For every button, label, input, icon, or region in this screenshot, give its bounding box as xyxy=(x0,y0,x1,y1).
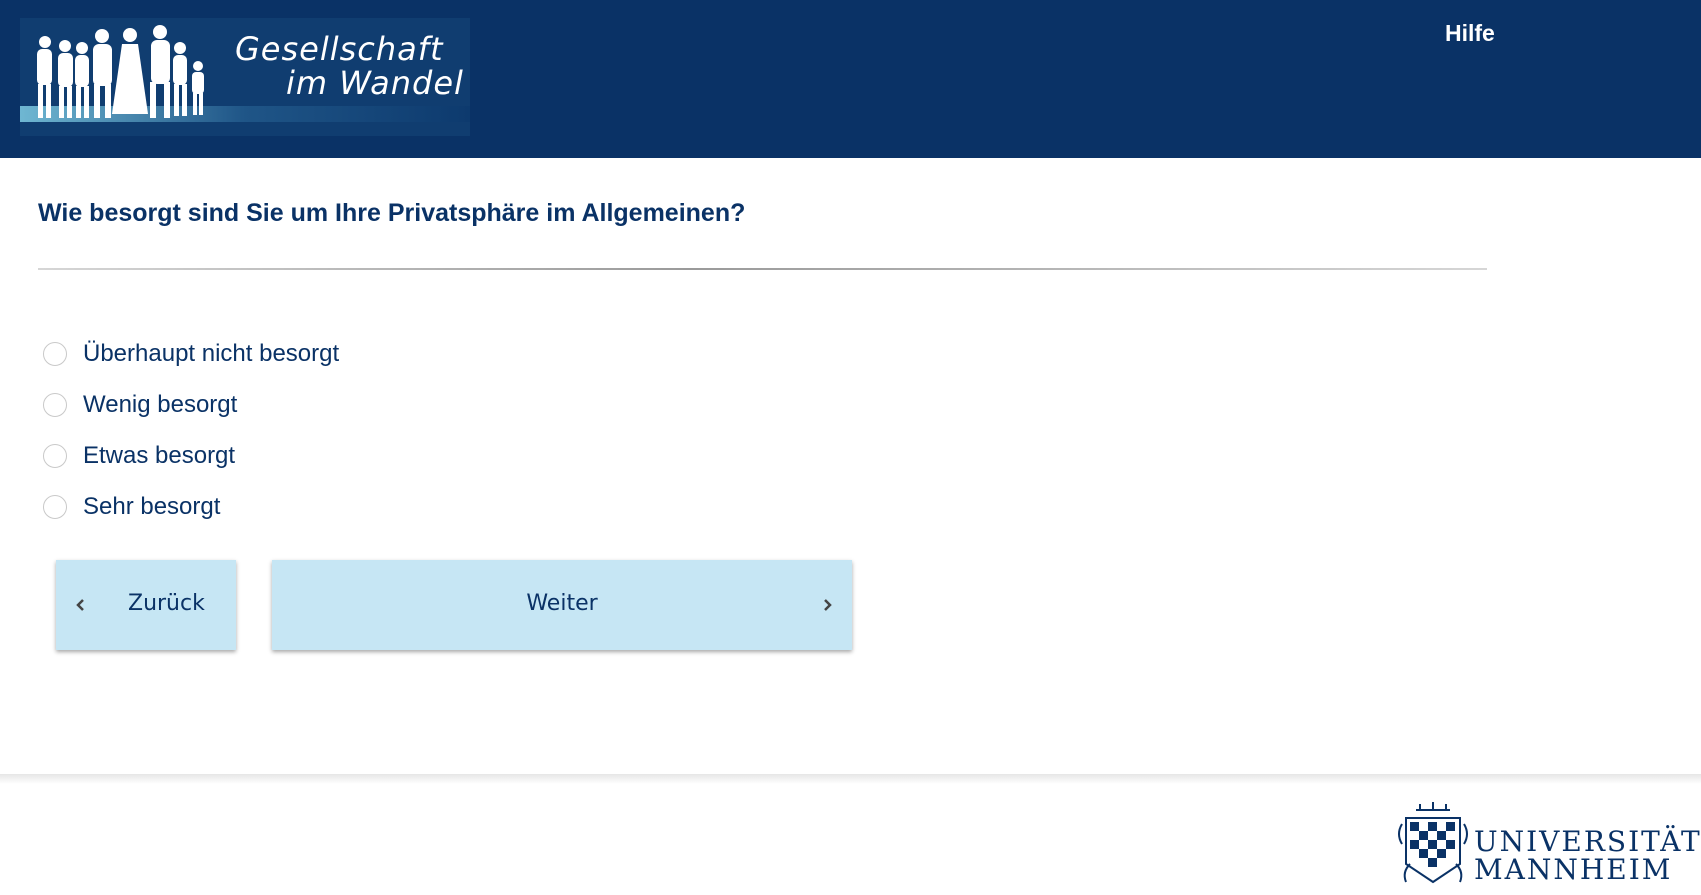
chevron-right-icon xyxy=(824,599,832,611)
option-label[interactable]: Wenig besorgt xyxy=(83,391,237,419)
option-wenig-besorgt[interactable]: Wenig besorgt xyxy=(43,379,339,430)
site-header: Gesellschaft im Wandel Hilfe xyxy=(0,0,1701,158)
chevron-left-icon xyxy=(76,599,84,611)
university-seal-icon xyxy=(1398,802,1468,884)
answer-options: Überhaupt nicht besorgt Wenig besorgt Et… xyxy=(43,328,339,532)
question-title: Wie besorgt sind Sie um Ihre Privatsphär… xyxy=(38,199,746,227)
option-sehr-besorgt[interactable]: Sehr besorgt xyxy=(43,481,339,532)
back-button[interactable]: Zurück xyxy=(56,560,236,650)
back-button-label: Zurück xyxy=(128,591,205,616)
university-mannheim-logo: UNIVERSITÄT MANNHEIM xyxy=(1394,800,1700,892)
option-label[interactable]: Sehr besorgt xyxy=(83,493,220,521)
next-button-label: Weiter xyxy=(526,591,598,616)
logo-text-line2: im Wandel xyxy=(286,64,464,102)
radio-button[interactable] xyxy=(43,341,67,366)
option-label[interactable]: Etwas besorgt xyxy=(83,442,235,470)
help-link[interactable]: Hilfe xyxy=(1445,20,1495,47)
option-ueberhaupt-nicht-besorgt[interactable]: Überhaupt nicht besorgt xyxy=(43,328,339,379)
divider xyxy=(38,268,1487,270)
radio-button[interactable] xyxy=(43,494,67,519)
option-etwas-besorgt[interactable]: Etwas besorgt xyxy=(43,430,339,481)
gesellschaft-im-wandel-logo: Gesellschaft im Wandel xyxy=(20,18,470,136)
radio-button[interactable] xyxy=(43,392,67,417)
radio-button[interactable] xyxy=(43,443,67,468)
next-button[interactable]: Weiter xyxy=(272,560,852,650)
footer-divider xyxy=(0,774,1701,784)
university-name-line2: MANNHEIM xyxy=(1474,853,1673,886)
logo-text-line1: Gesellschaft xyxy=(235,30,444,68)
option-label[interactable]: Überhaupt nicht besorgt xyxy=(83,340,339,368)
